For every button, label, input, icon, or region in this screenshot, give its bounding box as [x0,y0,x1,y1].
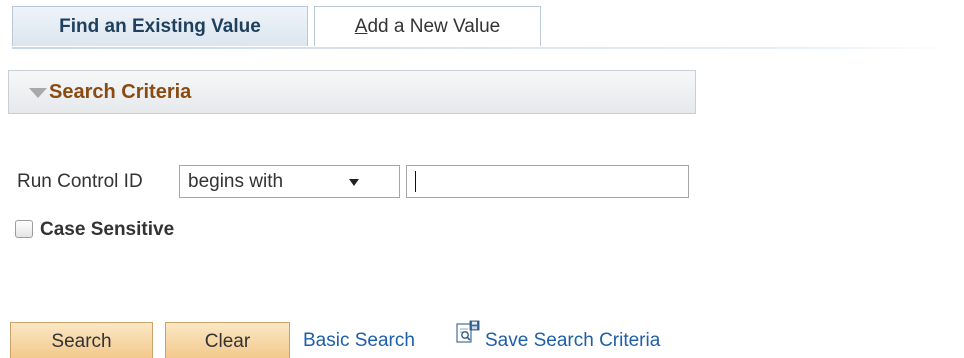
search-button-label: Search [51,331,112,352]
text-cursor [415,171,416,192]
run-control-id-input[interactable] [406,165,689,198]
tab-divider [12,47,952,49]
search-button[interactable]: Search [10,322,153,358]
tab-add-new-value-label-rest: dd a New Value [367,15,501,37]
search-criteria-title: Search Criteria [49,80,192,103]
save-search-criteria-link[interactable]: Save Search Criteria [485,330,660,352]
tab-find-existing-value[interactable]: Find an Existing Value [12,6,308,46]
save-search-icon[interactable] [456,320,480,344]
tab-bar: Find an Existing Value Add a New Value [12,6,964,49]
case-sensitive-label: Case Sensitive [40,219,175,240]
tab-add-new-value-label: Add a New Value [355,16,500,38]
clear-button[interactable]: Clear [165,322,290,358]
tab-add-new-value-accesskey: A [354,15,368,37]
collapse-triangle-icon[interactable] [29,88,47,98]
dropdown-arrow-icon [349,179,359,186]
run-control-operator-select[interactable]: begins with [179,165,400,198]
case-sensitive-checkbox[interactable] [15,220,33,238]
search-criteria-header[interactable]: Search Criteria [8,70,696,114]
run-control-id-label: Run Control ID [17,171,143,192]
tab-add-new-value[interactable]: Add a New Value [314,6,541,46]
operator-selected-value: begins with [188,171,284,192]
basic-search-link[interactable]: Basic Search [303,330,415,352]
clear-button-label: Clear [204,331,251,352]
tab-find-existing-value-label: Find an Existing Value [59,15,261,37]
